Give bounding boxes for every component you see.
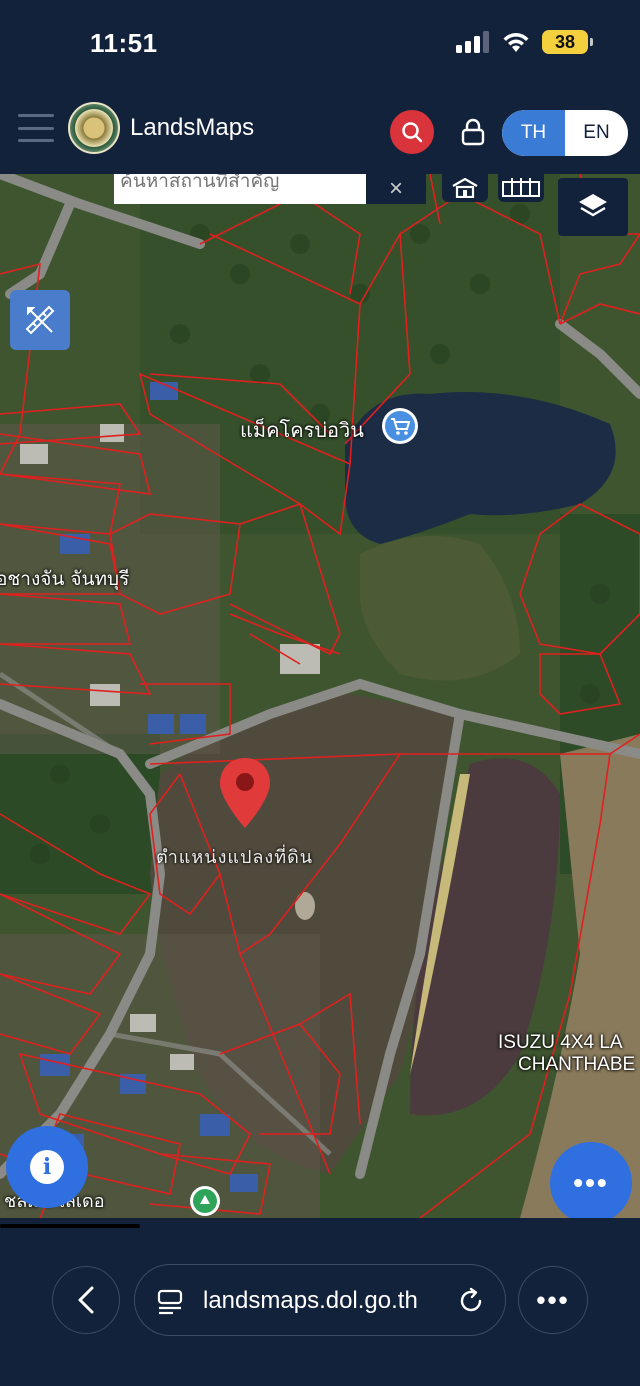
area-label: อชางจัน จันทบุรี [0,568,130,590]
pin-poi-icon[interactable] [188,1184,222,1218]
department-seal-logo [68,102,120,154]
status-bar: 11:51 38 [0,0,640,90]
status-time: 11:51 [90,28,158,58]
marker-caption: ตำแหน่งแปลงที่ดิน [156,847,314,868]
business-label-line1[interactable]: ISUZU 4X4 LA [498,1032,623,1054]
app-title: LandsMaps [130,114,255,141]
measure-tool-button[interactable] [10,290,70,350]
app-header: LandsMaps TH EN [0,90,640,174]
poi-label-store[interactable]: แม็คโครบ่อวิน [240,414,364,446]
map-view[interactable]: × [0,174,640,1218]
place-search-field[interactable] [114,174,366,204]
signal-icon [456,31,489,53]
reload-icon[interactable] [457,1287,485,1315]
language-en-option[interactable]: EN [565,110,628,156]
layers-icon [579,194,607,217]
location-pin-icon[interactable] [218,756,272,830]
address-bar[interactable]: landsmaps.dol.go.th [134,1264,506,1336]
browser-back-button[interactable] [52,1266,120,1334]
battery-indicator: 38 [542,30,593,54]
search-button[interactable] [390,110,434,154]
building-icon [452,178,478,198]
building-layer-button[interactable] [442,174,488,202]
shopping-cart-icon[interactable] [380,406,420,446]
more-options-button[interactable]: ••• [550,1142,632,1218]
page-info-icon [157,1289,183,1315]
business-label-line2[interactable]: CHANTHABE [518,1054,635,1076]
scroll-indicator [0,1224,140,1228]
menu-icon[interactable] [18,114,54,142]
chevron-left-icon [78,1286,94,1314]
browser-more-button[interactable]: ••• [518,1266,588,1334]
grid-icon [502,178,540,197]
address-url: landsmaps.dol.go.th [203,1287,418,1314]
info-icon: i [30,1150,64,1184]
search-clear-button[interactable]: × [366,174,426,204]
grid-layer-button[interactable] [498,174,544,202]
lock-icon [461,118,485,146]
landsmaps-page: 11:51 38 LandsMaps TH EN ค้นหาสถานที่สำค… [0,0,640,1386]
ruler-pencil-icon [25,305,55,335]
map-layers-button[interactable] [558,178,628,236]
wifi-icon [503,33,529,52]
status-indicators: 38 [456,30,593,54]
search-icon [402,122,423,143]
browser-toolbar: landsmaps.dol.go.th ••• [0,1218,640,1386]
language-toggle[interactable]: TH EN [502,110,628,156]
info-button[interactable]: i [6,1126,88,1208]
login-button[interactable] [460,118,486,146]
language-th-option[interactable]: TH [502,110,565,156]
place-search-input[interactable] [114,174,366,196]
